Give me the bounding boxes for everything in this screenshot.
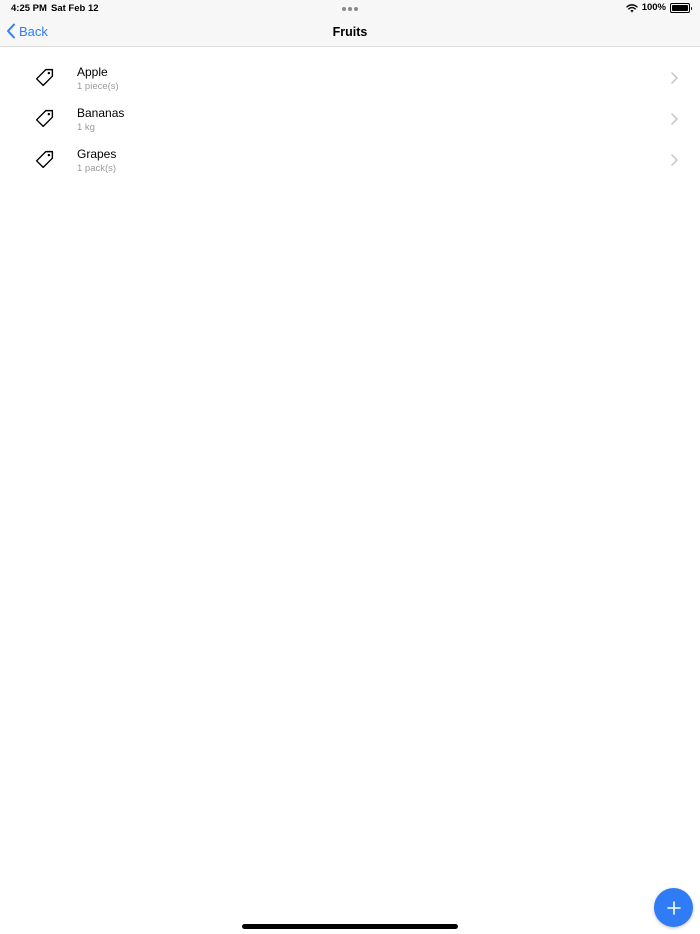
item-quantity: 1 pack(s) (77, 163, 117, 174)
item-name: Grapes (77, 147, 117, 161)
tag-icon (35, 68, 54, 87)
screen: 4:25 PM Sat Feb 12 100% Back Fruits Appl… (0, 0, 700, 934)
home-indicator[interactable] (242, 924, 458, 929)
plus-icon (666, 900, 681, 915)
status-right: 100% (625, 2, 692, 13)
item-name: Apple (77, 65, 108, 79)
item-quantity: 1 kg (77, 122, 95, 133)
battery-percent: 100% (641, 2, 666, 13)
item-name: Bananas (77, 106, 125, 120)
item-quantity: 1 piece(s) (77, 81, 119, 92)
multitasking-dots-icon[interactable] (342, 7, 358, 11)
chevron-right-icon (671, 72, 678, 84)
navigation-bar: Back Fruits (0, 18, 700, 47)
list-item-apple[interactable]: Apple 1 piece(s) (0, 57, 700, 98)
tag-icon (35, 109, 54, 128)
list-item-grapes[interactable]: Grapes 1 pack(s) (0, 139, 700, 180)
battery-icon (670, 2, 692, 13)
item-list: Apple 1 piece(s) Bananas 1 kg Grapes 1 p (0, 57, 700, 180)
wifi-icon (625, 3, 638, 12)
status-time: 4:25 PM (11, 3, 47, 14)
list-item-bananas[interactable]: Bananas 1 kg (0, 98, 700, 139)
status-bar: 4:25 PM Sat Feb 12 100% (0, 0, 700, 18)
page-title: Fruits (332, 25, 368, 39)
status-date: Sat Feb 12 (51, 3, 99, 14)
chevron-right-icon (671, 154, 678, 166)
add-item-button[interactable] (654, 888, 693, 927)
tag-icon (35, 150, 54, 169)
chevron-right-icon (671, 113, 678, 125)
